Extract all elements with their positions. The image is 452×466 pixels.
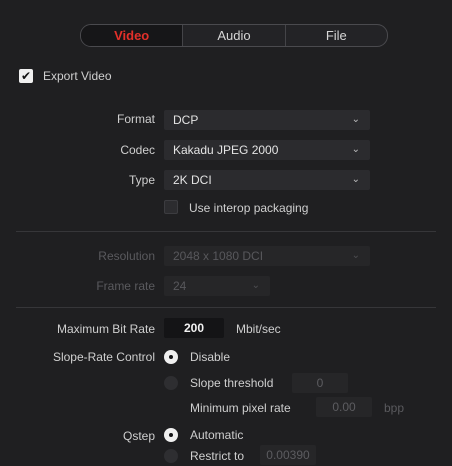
codec-value: Kakadu JPEG 2000: [173, 143, 279, 157]
min-pixel-rate-input[interactable]: 0.00: [316, 397, 372, 417]
min-pixel-rate-label: Minimum pixel rate: [190, 401, 291, 415]
tab-audio[interactable]: Audio: [182, 25, 284, 46]
slope-disable-label: Disable: [190, 350, 231, 364]
codec-dropdown[interactable]: Kakadu JPEG 2000 ⌄: [164, 140, 370, 160]
chevron-down-icon: ⌄: [351, 174, 360, 185]
render-settings-panel: Video Audio File ✔ Export Video Format D…: [0, 0, 452, 466]
chevron-down-icon: ⌄: [351, 114, 360, 125]
tab-bar: Video Audio File: [80, 24, 388, 47]
format-value: DCP: [173, 113, 199, 127]
slope-rate-label: Slope-Rate Control: [52, 350, 155, 364]
qstep-label: Qstep: [122, 429, 155, 443]
qstep-automatic-radio[interactable]: [164, 428, 178, 442]
qstep-automatic-label: Automatic: [190, 428, 244, 442]
section-divider: [16, 231, 436, 232]
type-label: Type: [128, 173, 155, 187]
chevron-down-icon: ⌄: [251, 280, 260, 291]
type-dropdown[interactable]: 2K DCI ⌄: [164, 170, 370, 190]
chevron-down-icon: ⌄: [351, 144, 360, 155]
max-bit-rate-label: Maximum Bit Rate: [56, 322, 155, 336]
tab-file[interactable]: File: [284, 25, 387, 46]
interop-label: Use interop packaging: [189, 201, 309, 215]
section-divider: [16, 307, 436, 308]
interop-checkbox[interactable]: [164, 200, 178, 214]
frame-rate-label: Frame rate: [96, 279, 155, 293]
qstep-restrict-input[interactable]: 0.00390: [260, 445, 316, 465]
resolution-label: Resolution: [98, 249, 155, 263]
resolution-dropdown[interactable]: 2048 x 1080 DCI ⌄: [164, 246, 370, 266]
format-label: Format: [116, 112, 155, 126]
qstep-restrict-radio[interactable]: [164, 449, 178, 463]
slope-threshold-input[interactable]: 0: [292, 373, 348, 393]
slope-threshold-label: Slope threshold: [190, 376, 274, 390]
export-video-label: Export Video: [43, 69, 112, 83]
codec-label: Codec: [120, 143, 155, 157]
chevron-down-icon: ⌄: [351, 250, 360, 261]
max-bit-rate-input[interactable]: 200: [164, 318, 224, 338]
slope-disable-radio[interactable]: [164, 350, 178, 364]
frame-rate-value: 24: [173, 279, 187, 293]
tab-video[interactable]: Video: [81, 25, 183, 46]
slope-threshold-radio[interactable]: [164, 376, 178, 390]
max-bit-rate-unit: Mbit/sec: [236, 322, 281, 336]
min-pixel-rate-unit: bpp: [384, 401, 405, 415]
resolution-value: 2048 x 1080 DCI: [173, 249, 264, 263]
checkmark-icon: ✔: [20, 69, 32, 83]
type-value: 2K DCI: [173, 173, 212, 187]
frame-rate-dropdown[interactable]: 24 ⌄: [164, 276, 270, 296]
export-video-checkbox[interactable]: ✔: [19, 69, 33, 83]
qstep-restrict-label: Restrict to: [190, 449, 245, 463]
format-dropdown[interactable]: DCP ⌄: [164, 110, 370, 130]
